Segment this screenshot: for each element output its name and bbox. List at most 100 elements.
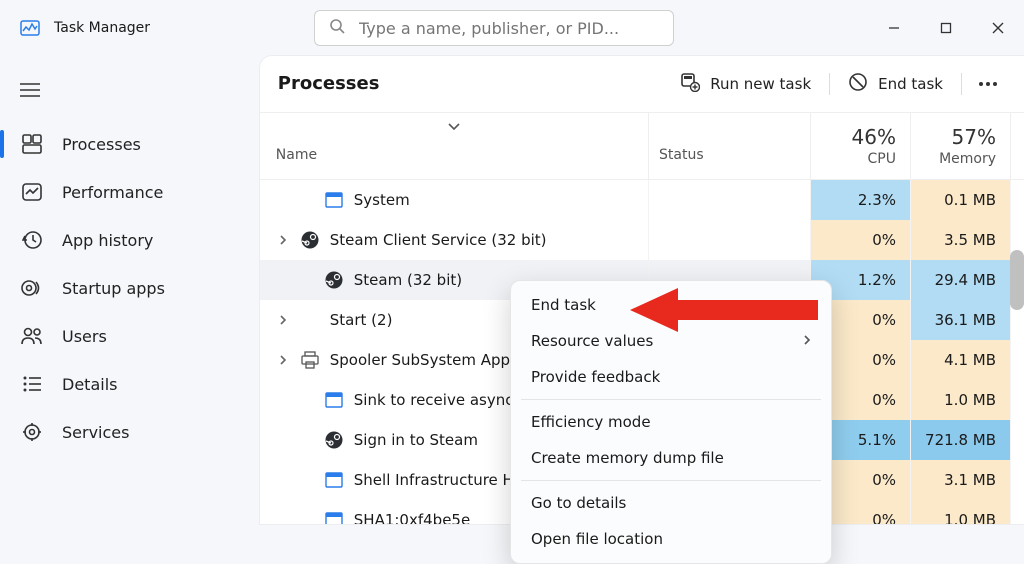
column-status-label: Status <box>659 147 704 163</box>
context-menu-label: Provide feedback <box>531 368 660 386</box>
context-menu-label: Go to details <box>531 494 626 512</box>
table-row[interactable]: System 2.3%0.1 MB <box>260 180 1024 220</box>
close-button[interactable] <box>972 4 1024 52</box>
search-icon <box>329 18 345 38</box>
titlebar: Task Manager <box>0 0 1024 56</box>
maximize-button[interactable] <box>920 4 972 52</box>
titlebar-left: Task Manager <box>0 18 314 38</box>
process-icon <box>324 470 344 490</box>
sidebar-item-startup-apps[interactable]: Startup apps <box>0 264 260 312</box>
column-cpu-header[interactable]: 46% CPU <box>810 113 910 179</box>
sidebar-item-label: Services <box>62 423 129 442</box>
performance-icon <box>20 180 44 204</box>
sidebar-item-label: App history <box>62 231 153 250</box>
minimize-button[interactable] <box>868 4 920 52</box>
scroll-gutter <box>1010 113 1024 179</box>
process-name: Steam (32 bit) <box>354 271 462 289</box>
context-menu-item[interactable]: Create memory dump file <box>511 440 831 476</box>
process-icon <box>300 350 320 370</box>
sort-chevron-icon <box>447 119 461 135</box>
cpu-percent: 46% <box>852 125 896 149</box>
context-menu-label: Resource values <box>531 332 653 350</box>
process-name: System <box>354 191 410 209</box>
process-name: Steam Client Service (32 bit) <box>330 231 547 249</box>
sidebar-item-details[interactable]: Details <box>0 360 260 408</box>
process-name: Start (2) <box>330 311 393 329</box>
scroll-gutter <box>1010 460 1024 500</box>
panel-title: Processes <box>278 73 380 94</box>
process-memory-cell: 721.8 MB <box>910 420 1010 460</box>
column-memory-header[interactable]: 57% Memory <box>910 113 1010 179</box>
sidebar-item-users[interactable]: Users <box>0 312 260 360</box>
process-name-cell: System <box>260 180 648 220</box>
sidebar-item-processes[interactable]: Processes <box>0 120 260 168</box>
run-new-task-button[interactable]: Run new task <box>670 66 821 102</box>
table-row[interactable]: Steam Client Service (32 bit) 0%3.5 MB <box>260 220 1024 260</box>
sidebar-item-app-history[interactable]: App history <box>0 216 260 264</box>
sidebar-item-label: Startup apps <box>62 279 165 298</box>
process-icon <box>300 310 320 330</box>
context-menu-item[interactable]: Open file location <box>511 521 831 557</box>
search-box[interactable] <box>314 10 674 46</box>
hamburger-button[interactable] <box>0 76 260 120</box>
end-task-icon <box>848 72 868 96</box>
context-menu-item[interactable]: Resource values <box>511 323 831 359</box>
scroll-gutter <box>1010 420 1024 460</box>
column-headers: Name Status 46% CPU 57% Memory <box>260 112 1024 180</box>
context-menu-separator <box>521 480 821 481</box>
expand-chevron-icon[interactable] <box>276 355 290 365</box>
sidebar-item-performance[interactable]: Performance <box>0 168 260 216</box>
memory-percent: 57% <box>952 125 996 149</box>
sidebar: Processes Performance App history Startu… <box>0 56 260 524</box>
process-memory-cell: 4.1 MB <box>910 340 1010 380</box>
sidebar-item-label: Performance <box>62 183 163 202</box>
sidebar-item-services[interactable]: Services <box>0 408 260 456</box>
context-menu-item[interactable]: Go to details <box>511 485 831 521</box>
toolbar: Processes Run new task End task <box>260 56 1024 112</box>
column-name-label: Name <box>276 147 317 163</box>
run-new-task-label: Run new task <box>710 75 811 93</box>
toolbar-separator <box>829 73 830 95</box>
run-task-icon <box>680 72 700 96</box>
scrollbar-thumb[interactable] <box>1010 250 1024 310</box>
sidebar-item-label: Processes <box>62 135 141 154</box>
users-icon <box>20 324 44 348</box>
context-menu-item[interactable]: Efficiency mode <box>511 404 831 440</box>
scroll-gutter <box>1010 380 1024 420</box>
context-menu-label: Open file location <box>531 530 663 548</box>
context-menu-label: End task <box>531 296 596 314</box>
app-icon <box>20 18 40 38</box>
process-name: Sign in to Steam <box>354 431 478 449</box>
toolbar-separator <box>961 73 962 95</box>
end-task-button[interactable]: End task <box>838 66 953 102</box>
process-icon <box>300 230 320 250</box>
cpu-label: CPU <box>868 151 896 167</box>
scroll-gutter <box>1010 340 1024 380</box>
process-name: Spooler SubSystem App <box>330 351 510 369</box>
startup-icon <box>20 276 44 300</box>
context-menu-separator <box>521 399 821 400</box>
process-memory-cell: 0.1 MB <box>910 180 1010 220</box>
process-cpu-cell: 2.3% <box>810 180 910 220</box>
search-input[interactable] <box>359 19 659 38</box>
expand-chevron-icon[interactable] <box>276 315 290 325</box>
context-menu-item[interactable]: Provide feedback <box>511 359 831 395</box>
process-status-cell <box>648 180 810 220</box>
column-name-header[interactable]: Name <box>260 113 648 179</box>
window-controls <box>868 4 1024 52</box>
expand-chevron-icon[interactable] <box>276 235 290 245</box>
process-memory-cell: 3.5 MB <box>910 220 1010 260</box>
context-menu-label: Efficiency mode <box>531 413 651 431</box>
process-name: SHA1:0xf4be5e <box>354 511 470 524</box>
process-icon <box>324 390 344 410</box>
process-memory-cell: 3.1 MB <box>910 460 1010 500</box>
sidebar-item-label: Users <box>62 327 107 346</box>
process-cpu-cell: 0% <box>810 220 910 260</box>
memory-label: Memory <box>939 151 996 167</box>
process-icon <box>324 190 344 210</box>
process-icon <box>324 430 344 450</box>
context-menu-item[interactable]: End task <box>511 287 831 323</box>
processes-icon <box>20 132 44 156</box>
column-status-header[interactable]: Status <box>648 113 810 179</box>
more-button[interactable] <box>970 75 1006 93</box>
